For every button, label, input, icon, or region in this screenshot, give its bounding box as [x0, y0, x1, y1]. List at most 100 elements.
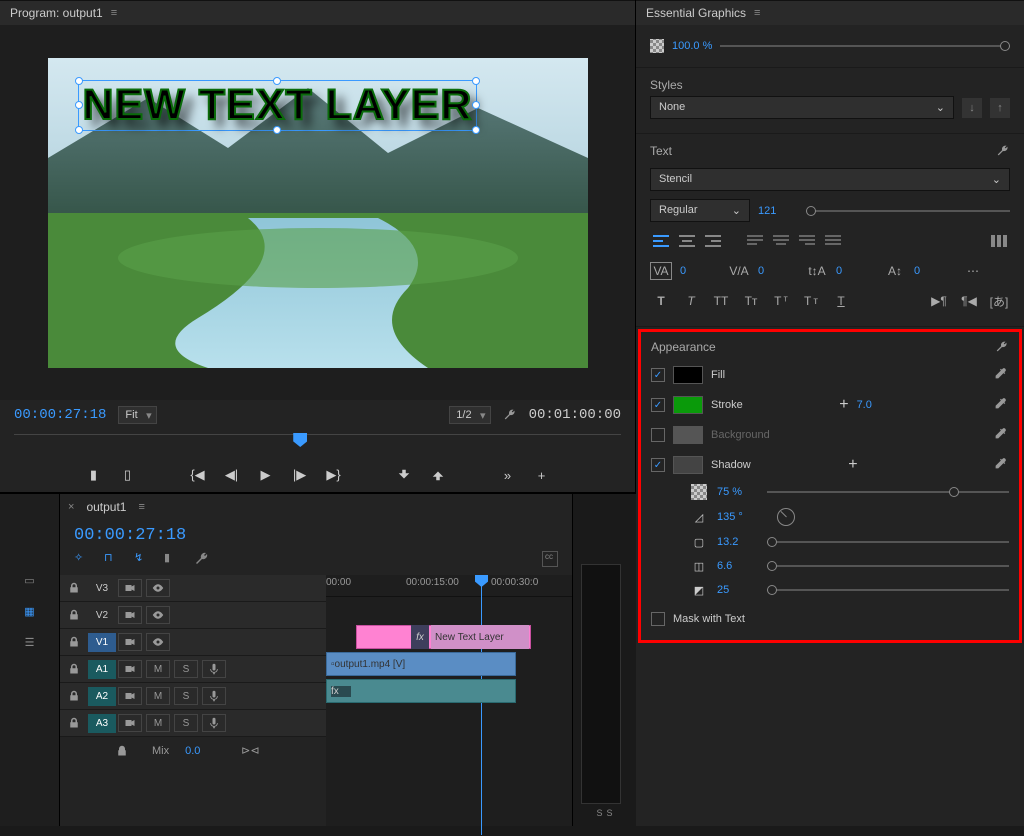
ltr-icon[interactable]: ▶¶ — [928, 292, 950, 310]
plus-icon[interactable]: + — [848, 456, 857, 474]
angle-dial-icon[interactable] — [777, 508, 795, 526]
timeline-tab[interactable]: output1 — [80, 498, 132, 516]
lift-icon[interactable] — [395, 466, 413, 484]
style-dropdown[interactable]: None⌄ — [650, 96, 954, 119]
resize-handle[interactable] — [75, 77, 83, 85]
shadow-distance-slider[interactable] — [767, 541, 1009, 543]
eyedropper-icon[interactable] — [993, 457, 1009, 473]
fill-checkbox[interactable] — [651, 368, 665, 382]
close-tab-icon[interactable]: × — [68, 501, 74, 513]
eyedropper-icon[interactable] — [993, 427, 1009, 443]
shadow-swatch[interactable] — [673, 456, 703, 474]
plus-icon[interactable]: + — [839, 396, 848, 414]
vertical-icon[interactable]: [あ] — [988, 292, 1010, 310]
shadow-blur-slider[interactable] — [767, 589, 1009, 591]
resize-handle[interactable] — [472, 126, 480, 134]
resize-handle[interactable] — [75, 126, 83, 134]
timeline-timecode[interactable]: 00:00:27:18 — [60, 520, 572, 547]
resize-handle[interactable] — [472, 77, 480, 85]
timeline-ruler[interactable]: 00:00 00:00:15:00 00:00:30:0 — [326, 575, 572, 597]
resize-handle[interactable] — [273, 126, 281, 134]
justify-center-icon[interactable] — [770, 232, 792, 250]
eyedropper-icon[interactable] — [993, 397, 1009, 413]
text-layer-box[interactable]: NEW TEXT LAYER — [78, 80, 478, 131]
play-icon[interactable]: ▶ — [257, 466, 275, 484]
hamburger-icon[interactable]: ≡ — [111, 7, 117, 19]
background-swatch[interactable] — [673, 426, 703, 444]
project-icon[interactable]: ▭ — [24, 574, 34, 587]
resize-handle[interactable] — [75, 101, 83, 109]
lock-icon[interactable] — [60, 636, 88, 648]
lock-icon[interactable] — [60, 582, 88, 594]
wrench-icon[interactable] — [995, 340, 1009, 354]
solo-button[interactable]: S — [174, 660, 198, 678]
mute-button[interactable]: M — [146, 687, 170, 705]
mute-button[interactable]: M — [146, 660, 170, 678]
fit-dropdown[interactable]: Fit — [118, 406, 156, 424]
add-icon[interactable]: + — [533, 466, 551, 484]
solo-s[interactable]: S — [596, 808, 602, 818]
track-v1[interactable]: V1 — [88, 633, 116, 652]
align-left-icon[interactable] — [650, 232, 672, 250]
superscript-icon[interactable]: Tᵀ — [770, 292, 792, 310]
cc-icon[interactable]: cc — [542, 551, 558, 567]
playhead-icon[interactable] — [293, 433, 307, 447]
eye-icon[interactable] — [146, 633, 170, 651]
extract-icon[interactable] — [429, 466, 447, 484]
track-output-icon[interactable] — [118, 633, 142, 651]
opacity-value[interactable]: 100.0 % — [672, 40, 712, 52]
stroke-value[interactable]: 7.0 — [857, 399, 897, 411]
weight-dropdown[interactable]: Regular⌄ — [650, 199, 750, 222]
kerning-icon[interactable]: V/A — [728, 262, 750, 280]
subscript-icon[interactable]: Tᴛ — [800, 292, 822, 310]
lock-icon[interactable] — [60, 717, 88, 729]
more-icon[interactable]: » — [499, 466, 517, 484]
align-right-icon[interactable] — [702, 232, 724, 250]
track-output-icon[interactable] — [118, 660, 142, 678]
up-arrow-icon[interactable]: ↑ — [990, 98, 1010, 118]
tracking-icon[interactable]: VA — [650, 262, 672, 280]
wrench-icon[interactable] — [194, 551, 210, 567]
go-in-icon[interactable]: {◀ — [189, 466, 207, 484]
more-icon[interactable]: ⋯ — [962, 262, 984, 280]
track-output-icon[interactable] — [118, 687, 142, 705]
background-checkbox[interactable] — [651, 428, 665, 442]
stroke-checkbox[interactable] — [651, 398, 665, 412]
shadow-opacity-slider[interactable] — [767, 491, 1009, 493]
media-icon[interactable]: ▦ — [24, 605, 34, 618]
leading-icon[interactable]: t↕A — [806, 262, 828, 280]
mark-in-icon[interactable]: ▮ — [85, 466, 103, 484]
mark-out-icon[interactable]: ▯ — [119, 466, 137, 484]
justify-right-icon[interactable] — [796, 232, 818, 250]
shadow-opacity[interactable]: 75 % — [717, 486, 757, 498]
mix-value[interactable]: 0.0 — [185, 745, 225, 757]
program-ruler[interactable] — [14, 434, 621, 454]
mute-button[interactable]: M — [146, 714, 170, 732]
go-out-icon[interactable]: ▶} — [325, 466, 343, 484]
track-output-icon[interactable] — [118, 714, 142, 732]
shadow-distance[interactable]: 13.2 — [717, 536, 757, 548]
font-dropdown[interactable]: Stencil⌄ — [650, 168, 1010, 191]
eye-icon[interactable] — [146, 579, 170, 597]
baseline-icon[interactable]: A↕ — [884, 262, 906, 280]
clip-video[interactable]: ▫ output1.mp4 [V] — [326, 652, 516, 676]
size-slider[interactable] — [806, 210, 1010, 212]
track-v2[interactable]: V2 — [88, 606, 116, 625]
hamburger-icon[interactable]: ≡ — [138, 501, 144, 513]
track-a3[interactable]: A3 — [88, 714, 116, 733]
track-v3[interactable]: V3 — [88, 579, 116, 598]
opacity-slider[interactable] — [720, 45, 1010, 47]
solo-button[interactable]: S — [174, 687, 198, 705]
justify-left-icon[interactable] — [744, 232, 766, 250]
clip-audio[interactable]: fx — [326, 679, 516, 703]
lock-icon[interactable] — [60, 609, 88, 621]
step-back-icon[interactable]: ◀| — [223, 466, 241, 484]
solo-s[interactable]: S — [607, 808, 613, 818]
shadow-blur[interactable]: 25 — [717, 584, 757, 596]
underline-icon[interactable]: T — [830, 292, 852, 310]
solo-button[interactable]: S — [174, 714, 198, 732]
snap-icon[interactable]: ✧ — [74, 551, 90, 567]
link-icon[interactable]: ↯ — [134, 551, 150, 567]
mic-icon[interactable] — [202, 687, 226, 705]
column-icon[interactable] — [988, 232, 1010, 250]
